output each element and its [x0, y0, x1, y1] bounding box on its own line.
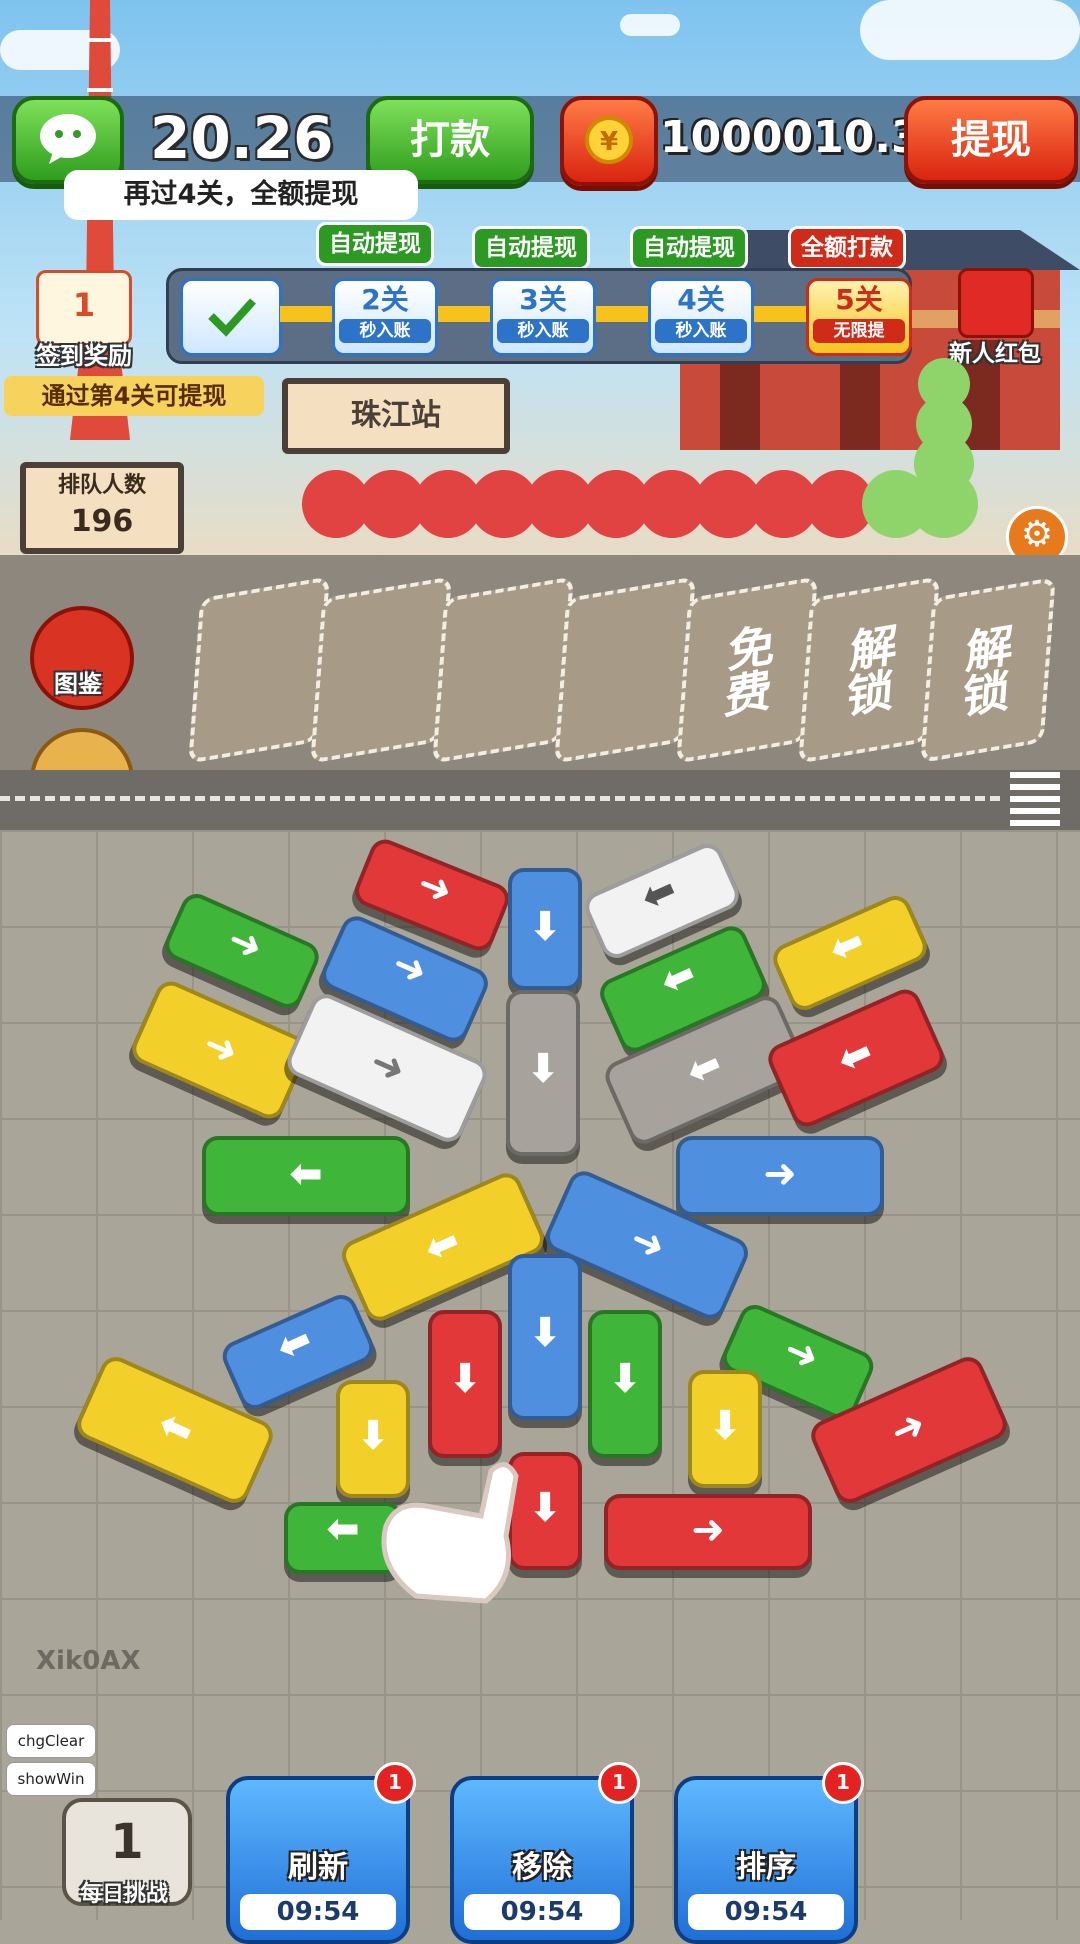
- checkmark-icon: [208, 298, 256, 337]
- atlas-label: 图鉴: [54, 670, 102, 698]
- powerup-sort-button[interactable]: 排序 09:54: [674, 1776, 858, 1944]
- debug-showwin-button[interactable]: showWin: [6, 1762, 96, 1796]
- queue-count: 196: [70, 504, 134, 539]
- parking-slot-empty: [554, 576, 696, 764]
- powerup-timer: 09:54: [688, 1894, 844, 1930]
- calendar-icon: 1: [110, 1814, 144, 1870]
- queue-label: 排队人数: [57, 473, 146, 498]
- svg-text:¥: ¥: [600, 127, 618, 157]
- powerup-count-badge: 1: [822, 1762, 864, 1804]
- cloud: [860, 0, 1080, 60]
- powerup-timer: 09:54: [464, 1894, 620, 1930]
- coin-icon: ¥: [585, 116, 633, 164]
- arrow-down-icon: ⬇: [448, 1356, 482, 1402]
- bus-green[interactable]: ⬅: [202, 1136, 410, 1216]
- powerup-count-badge: 1: [598, 1762, 640, 1804]
- progress-tag: 自动提现: [316, 222, 434, 266]
- signin-label: 签到奖励: [36, 342, 132, 370]
- arrow-down-icon: ⬇: [708, 1403, 742, 1449]
- parking-slot-empty: [310, 576, 452, 764]
- powerup-count-badge: 1: [374, 1762, 416, 1804]
- signin-calendar-icon[interactable]: 1: [36, 270, 132, 346]
- powerup-label: 移除: [512, 1850, 572, 1885]
- withdraw-button[interactable]: 提现: [904, 96, 1078, 184]
- progress-step-5: 5关 无限提: [806, 278, 912, 356]
- parking-slot-empty: [188, 576, 330, 764]
- arrow-down-icon: ⬇: [528, 1310, 562, 1356]
- bus-blue[interactable]: ➜: [676, 1136, 884, 1216]
- daily-challenge-label: 每日挑战: [79, 1882, 168, 1907]
- progress-step-3: 3关 秒入账: [490, 278, 596, 356]
- wechat-icon: [40, 114, 96, 164]
- coin-amount: 1000010.3: [660, 112, 922, 163]
- progress-tag: 自动提现: [472, 226, 590, 270]
- bus-red[interactable]: ➜: [604, 1494, 812, 1570]
- parking-slot-unlock[interactable]: 解锁: [920, 576, 1056, 764]
- bus-gray[interactable]: ⬇: [506, 990, 580, 1156]
- bus-red[interactable]: ⬇: [428, 1310, 502, 1458]
- powerup-timer: 09:54: [240, 1894, 396, 1930]
- watermark: Xik0AX: [36, 1646, 141, 1676]
- red-envelope-icon: ¥: [560, 96, 658, 186]
- powerup-label: 排序: [736, 1850, 796, 1885]
- arrow-left-icon: ⬅: [289, 1151, 323, 1197]
- car-yellow[interactable]: ⬇: [688, 1370, 762, 1488]
- arrow-right-icon: ➜: [763, 1151, 797, 1197]
- arrow-down-icon: ⬇: [608, 1356, 642, 1402]
- powerup-remove-button[interactable]: 移除 09:54: [450, 1776, 634, 1944]
- queue-counter: 排队人数 196: [20, 462, 184, 554]
- progress-tag: 自动提现: [630, 226, 748, 270]
- wallet-amount: 20.26: [150, 104, 334, 172]
- arrow-down-icon: ⬇: [526, 1046, 560, 1092]
- arrow-right-icon: ➜: [691, 1507, 725, 1553]
- powerup-refresh-button[interactable]: 刷新 09:54: [226, 1776, 410, 1944]
- tower-illustration: [70, 0, 130, 440]
- arrow-down-icon: ⬇: [528, 904, 562, 950]
- progress-step-done: [180, 278, 282, 356]
- powerup-label: 刷新: [288, 1850, 348, 1885]
- progress-step-2: 2关 秒入账: [332, 278, 438, 356]
- car-blue[interactable]: ⬇: [508, 868, 582, 990]
- withdraw-hint: 再过4关，全额提现: [64, 170, 418, 220]
- parking-slot-free[interactable]: 免费: [676, 576, 818, 764]
- progress-tag: 全额打款: [788, 226, 906, 270]
- parking-slot-unlock[interactable]: 解锁: [798, 576, 940, 764]
- progress-step-4: 4关 秒入账: [648, 278, 754, 356]
- cloud: [620, 14, 680, 36]
- crosswalk: [1010, 772, 1060, 828]
- signin-hint: 通过第4关可提现: [4, 376, 264, 416]
- road-line: [0, 796, 1000, 801]
- parking-slot-empty: [432, 576, 574, 764]
- red-packet-icon[interactable]: [958, 268, 1034, 338]
- bus-blue[interactable]: ⬇: [508, 1254, 582, 1420]
- debug-chgclear-button[interactable]: chgClear: [6, 1724, 96, 1758]
- passenger-queue: [302, 358, 978, 538]
- bus-green[interactable]: ⬇: [588, 1310, 662, 1458]
- tutorial-hand-icon: [381, 1462, 519, 1604]
